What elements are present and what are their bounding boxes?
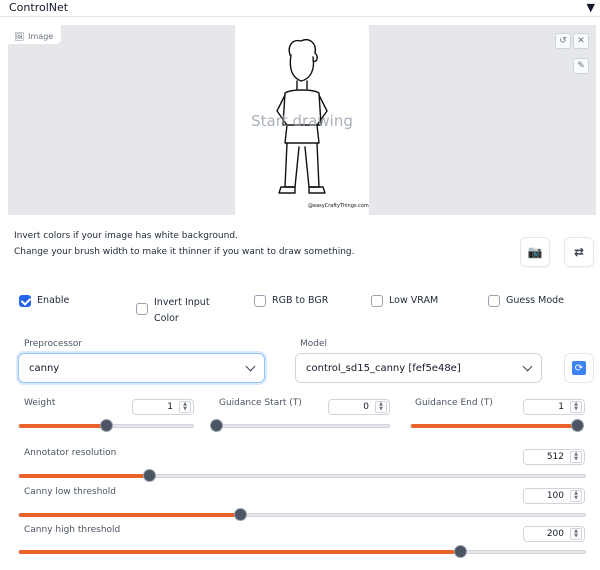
checkbox-invert[interactable] — [136, 303, 148, 315]
checkbox-low-vram[interactable] — [371, 295, 383, 307]
collapse-icon[interactable]: ▼ — [587, 1, 595, 14]
preprocessor-label: Preprocessor — [24, 339, 83, 349]
checkbox-guess-mode[interactable] — [488, 295, 500, 307]
image-canvas[interactable]: 🖼 Image Start drawing @easyCraftyThings.… — [8, 25, 596, 215]
chevron-down-icon — [522, 361, 533, 371]
controlnet-header[interactable]: ControlNet ▼ — [0, 0, 600, 17]
refresh-models-button[interactable]: ⟳ — [564, 353, 594, 383]
canny-low-value: 100 — [546, 491, 564, 501]
canny-high-slider[interactable] — [18, 545, 586, 558]
stepper-icon[interactable]: ▲ ▼ — [375, 401, 387, 413]
slider-thumb[interactable] — [210, 419, 223, 432]
annotator-resolution-label: Annotator resolution — [24, 448, 117, 458]
guidance-end-value: 1 — [558, 402, 564, 412]
stepper-icon[interactable]: ▲ ▼ — [570, 528, 582, 540]
checkbox-label: Low VRAM — [389, 295, 439, 306]
preprocessor-select[interactable]: canny — [18, 353, 265, 383]
guidance-start-slider[interactable] — [210, 419, 390, 432]
invert-input-color-checkbox[interactable]: Invert Input Color — [136, 295, 226, 327]
slider-fill — [19, 474, 150, 478]
canny-high-label: Canny high threshold — [24, 525, 121, 535]
guidance-start-label: Guidance Start (T) — [219, 398, 302, 408]
stepper-icon[interactable]: ▲ ▼ — [570, 401, 582, 413]
annotator-resolution-value: 512 — [546, 452, 564, 462]
slider-thumb[interactable] — [143, 469, 157, 482]
checkbox-label: Enable — [37, 295, 70, 306]
model-select[interactable]: control_sd15_canny [fef5e48e] — [295, 353, 542, 383]
checkbox-label: RGB to BGR — [272, 295, 329, 306]
model-label: Model — [300, 339, 328, 349]
stepper-icon[interactable]: ▲ ▼ — [570, 490, 582, 502]
slider-fill — [19, 424, 106, 428]
weight-value: 1 — [167, 402, 173, 412]
chevron-down-icon — [245, 361, 256, 371]
refresh-icon: ⟳ — [572, 361, 586, 375]
camera-button[interactable]: 📷 — [520, 237, 550, 267]
slider-fill — [19, 513, 240, 517]
stepper-icon[interactable]: ▲ ▼ — [570, 451, 582, 463]
info-line-1: Invert colors if your image has white ba… — [14, 231, 238, 241]
image-tag-label: Image — [28, 31, 54, 41]
checkbox-rgb-bgr[interactable] — [254, 295, 266, 307]
swap-icon: ⇄ — [573, 245, 585, 259]
enable-checkbox[interactable]: Enable — [19, 295, 69, 307]
section-title: ControlNet — [9, 1, 69, 14]
annotator-resolution-slider[interactable] — [18, 469, 586, 482]
checkbox-enable[interactable] — [19, 295, 31, 307]
model-value: control_sd15_canny [fef5e48e] — [306, 362, 461, 374]
swap-button[interactable]: ⇄ — [564, 237, 594, 267]
checkbox-label: Invert Input Color — [154, 297, 210, 324]
guidance-end-slider[interactable] — [410, 419, 584, 432]
weight-number-input[interactable]: 1 ▲ ▼ — [132, 399, 194, 415]
rgb-to-bgr-checkbox[interactable]: RGB to BGR — [254, 295, 328, 307]
slider-thumb[interactable] — [454, 545, 468, 558]
slider-thumb[interactable] — [233, 508, 247, 521]
annotator-resolution-number-input[interactable]: 512 ▲ ▼ — [523, 449, 585, 465]
guidance-start-number-input[interactable]: 0 ▲ ▼ — [328, 399, 390, 415]
close-icon[interactable]: ✕ — [573, 33, 589, 49]
brush-icon[interactable]: ✎ — [573, 58, 589, 74]
slider-fill — [411, 424, 577, 428]
slider-thumb[interactable] — [100, 419, 113, 432]
guidance-start-value: 0 — [363, 402, 369, 412]
weight-label: Weight — [24, 398, 56, 408]
guidance-end-label: Guidance End (T) — [415, 398, 493, 408]
canny-high-number-input[interactable]: 200 ▲ ▼ — [523, 526, 585, 542]
info-line-2: Change your brush width to make it thinn… — [14, 247, 355, 257]
canny-high-value: 200 — [546, 529, 564, 539]
slider-thumb[interactable] — [571, 419, 584, 432]
undo-icon[interactable]: ↺ — [555, 33, 571, 49]
start-drawing-text: Start drawing — [251, 112, 353, 130]
weight-slider[interactable] — [18, 419, 194, 432]
canny-low-label: Canny low threshold — [24, 487, 117, 497]
preprocessor-value: canny — [29, 362, 60, 374]
guidance-end-number-input[interactable]: 1 ▲ ▼ — [523, 399, 585, 415]
checkbox-label: Guess Mode — [506, 295, 565, 306]
watermark-text: @easyCraftyThings.com — [308, 203, 369, 209]
image-icon: 🖼 — [14, 31, 25, 41]
low-vram-checkbox[interactable]: Low VRAM — [371, 295, 438, 307]
canny-low-slider[interactable] — [18, 508, 586, 521]
slider-fill — [19, 550, 461, 554]
stepper-icon[interactable]: ▲ ▼ — [179, 401, 191, 413]
image-tag: 🖼 Image — [8, 25, 63, 45]
guess-mode-checkbox[interactable]: Guess Mode — [488, 295, 564, 307]
camera-icon: 📷 — [527, 245, 543, 259]
canny-low-number-input[interactable]: 100 ▲ ▼ — [523, 488, 585, 504]
